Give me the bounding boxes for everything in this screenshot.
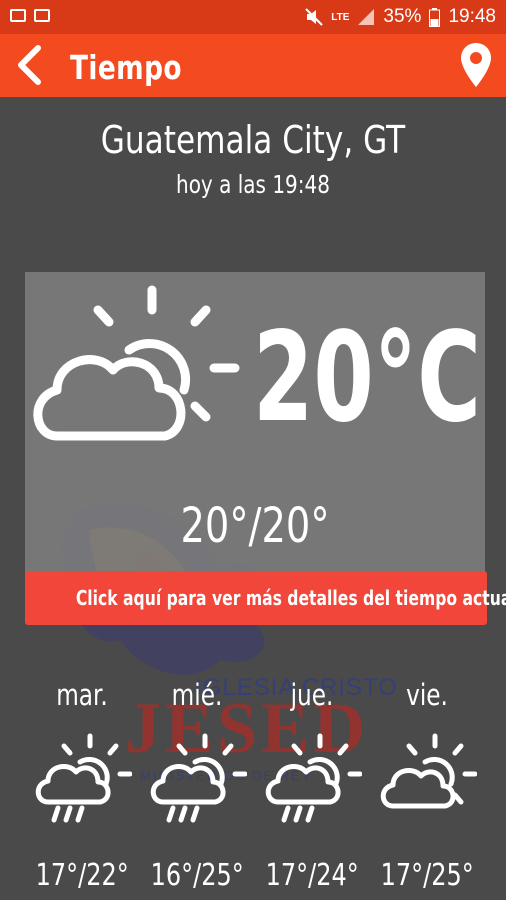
forecast-range: 16°/25° bbox=[150, 858, 244, 893]
forecast-range: 17°/24° bbox=[265, 858, 359, 893]
status-bar: LTE 35% 19:48 bbox=[0, 0, 506, 34]
forecast-day-name: vie. bbox=[406, 678, 448, 712]
rain-cloud-sun-icon bbox=[150, 733, 247, 823]
forecast-day: mié. 16°/25° bbox=[139, 672, 255, 893]
network-label: LTE bbox=[331, 11, 350, 23]
details-button[interactable]: Click aquí para ver más detalles del tie… bbox=[25, 571, 506, 625]
clock: 19:48 bbox=[448, 6, 496, 27]
update-time: hoy a las 19:48 bbox=[176, 170, 330, 199]
app-bar: Tiempo bbox=[0, 34, 506, 97]
forecast-day: vie. 17°/25° bbox=[369, 672, 485, 893]
page-title: Tiempo bbox=[70, 48, 182, 87]
map-pin-icon[interactable] bbox=[458, 40, 494, 90]
details-button-label: Click aquí para ver más detalles del tie… bbox=[75, 586, 506, 610]
image-notification-icon bbox=[10, 9, 26, 22]
forecast-day: mar. 17°/22° bbox=[24, 672, 140, 893]
partly-cloudy-icon bbox=[380, 733, 477, 809]
mute-icon bbox=[305, 8, 323, 26]
city-name: Guatemala City, GT bbox=[100, 118, 406, 162]
battery-percent: 35% bbox=[383, 6, 422, 27]
forecast-range: 17°/22° bbox=[35, 858, 129, 893]
screen-notification-icon bbox=[34, 9, 50, 22]
rain-cloud-sun-icon bbox=[265, 733, 362, 823]
forecast-day-name: mié. bbox=[171, 678, 223, 712]
current-weather-card[interactable]: 20°C 20°/20° bbox=[25, 272, 485, 614]
chevron-left-icon[interactable] bbox=[8, 42, 52, 88]
current-range: 20°/20° bbox=[180, 498, 330, 554]
current-temperature: 20°C bbox=[253, 306, 481, 450]
battery-icon bbox=[429, 7, 441, 27]
partly-cloudy-icon bbox=[33, 285, 240, 441]
forecast-day-name: mar. bbox=[56, 678, 108, 712]
forecast-day: jue. 17°/24° bbox=[254, 672, 370, 893]
forecast-day-name: jue. bbox=[290, 678, 334, 712]
rain-cloud-sun-icon bbox=[35, 733, 132, 823]
signal-icon bbox=[358, 9, 375, 25]
status-indicators: LTE 35% 19:48 bbox=[305, 6, 496, 28]
forecast-range: 17°/25° bbox=[380, 858, 474, 893]
notification-icons bbox=[10, 9, 50, 22]
